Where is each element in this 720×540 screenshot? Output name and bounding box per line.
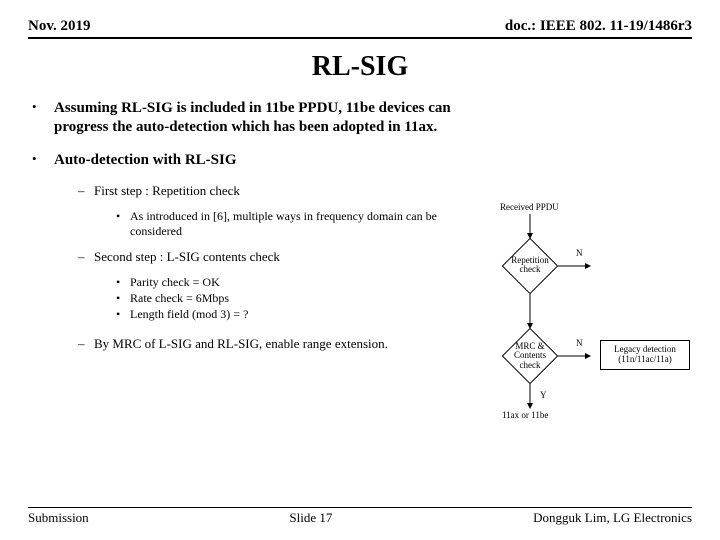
subdot-icon: • [116, 209, 130, 239]
footer-left: Submission [28, 510, 89, 526]
bullet-2: Auto-detection with RL-SIG [54, 151, 692, 170]
flow-y: Y [540, 390, 547, 400]
footer-mid: Slide 17 [289, 510, 332, 526]
footer-right: Dongguk Lim, LG Electronics [533, 510, 692, 526]
flow-n-2: N [576, 338, 583, 348]
sub-3: By MRC of L-SIG and RL-SIG, enable range… [94, 336, 388, 352]
dash-icon: – [78, 183, 94, 199]
slide-footer: Submission Slide 17 Dongguk Lim, LG Elec… [28, 507, 692, 526]
sub-2c: Length field (mod 3) = ? [130, 307, 248, 322]
flow-diamond-repetition-label: Repetitioncheck [504, 256, 556, 275]
subdot-icon: • [116, 275, 130, 290]
flow-legacy-box: Legacy detection(11n/11ac/11a) [600, 340, 690, 370]
sub-2: Second step : L-SIG contents check [94, 249, 280, 265]
dash-icon: – [78, 249, 94, 265]
bullet-icon: • [28, 151, 54, 170]
slide-title: RL-SIG [28, 51, 692, 83]
sub-1a: As introduced in [6], multiple ways in f… [130, 209, 476, 239]
sub-1: First step : Repetition check [94, 183, 240, 199]
subdot-icon: • [116, 291, 130, 306]
flow-arrows [460, 202, 700, 462]
dash-icon: – [78, 336, 94, 352]
slide-header: Nov. 2019 doc.: IEEE 802. 11-19/1486r3 [28, 18, 692, 39]
header-doc: doc.: IEEE 802. 11-19/1486r3 [505, 18, 692, 35]
flow-n-1: N [576, 248, 583, 258]
flowchart: Received PPDU Repetitioncheck N [460, 202, 700, 462]
flow-diamond-contents-label: MRC &Contentscheck [504, 342, 556, 370]
sub-2a: Parity check = OK [130, 275, 220, 290]
bullet-icon: • [28, 99, 54, 137]
sub-2b: Rate check = 6Mbps [130, 291, 229, 306]
bullet-1: Assuming RL-SIG is included in 11be PPDU… [54, 99, 692, 137]
header-date: Nov. 2019 [28, 18, 91, 35]
subdot-icon: • [116, 307, 130, 322]
flow-end: 11ax or 11be [502, 410, 548, 420]
